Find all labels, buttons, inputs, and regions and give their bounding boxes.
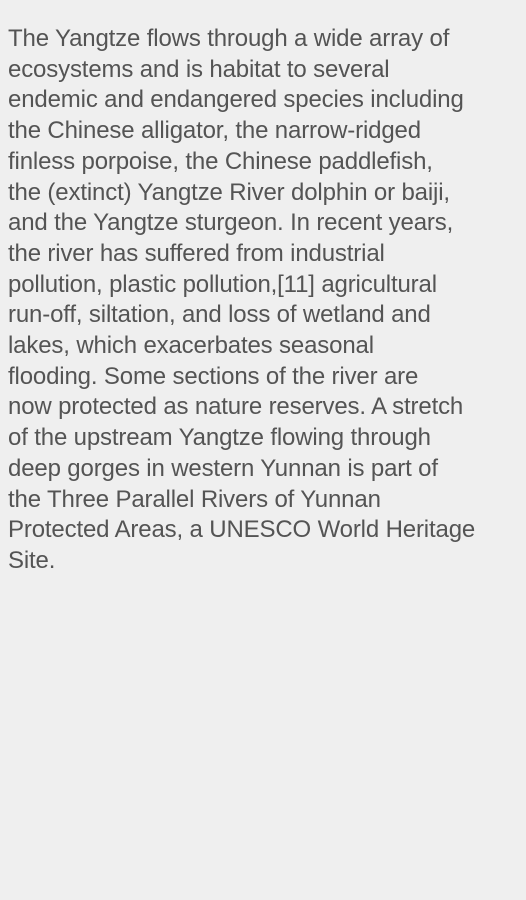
paragraph-line: finless porpoise, the Chinese paddlefish… [8, 147, 433, 175]
paragraph-line: flooding. Some sections of the river are [8, 362, 419, 390]
paragraph-line: and the Yangtze sturgeon. In recent year… [8, 209, 454, 237]
reading-screen: The Yangtze flows through a wide array o… [0, 0, 526, 900]
paragraph-line: the Chinese alligator, the narrow-ridged [8, 117, 421, 145]
article-paragraph: The Yangtze flows through a wide array o… [8, 24, 518, 577]
paragraph-line: lakes, which exacerbates seasonal [8, 332, 374, 360]
paragraph-line: Site. [8, 546, 56, 574]
paragraph-line: ecosystems and is habitat to several [8, 55, 390, 83]
paragraph-line: the (extinct) Yangtze River dolphin or b… [8, 178, 450, 206]
paragraph-line: The Yangtze flows through a wide array o… [8, 25, 450, 52]
paragraph-line: Protected Areas, a UNESCO World Heritage [8, 516, 476, 544]
paragraph-line: now protected as nature reserves. A stre… [8, 393, 464, 421]
paragraph-line: the river has suffered from industrial [8, 239, 385, 267]
paragraph-line: the Three Parallel Rivers of Yunnan [8, 485, 381, 513]
paragraph-line: pollution, plastic pollution,[11] agricu… [8, 270, 437, 298]
paragraph-line: run-off, siltation, and loss of wetland … [8, 301, 431, 329]
paragraph-line: deep gorges in western Yunnan is part of [8, 454, 438, 482]
paragraph-line: endemic and endangered species including [8, 86, 464, 114]
paragraph-line: of the upstream Yangtze flowing through [8, 424, 431, 452]
